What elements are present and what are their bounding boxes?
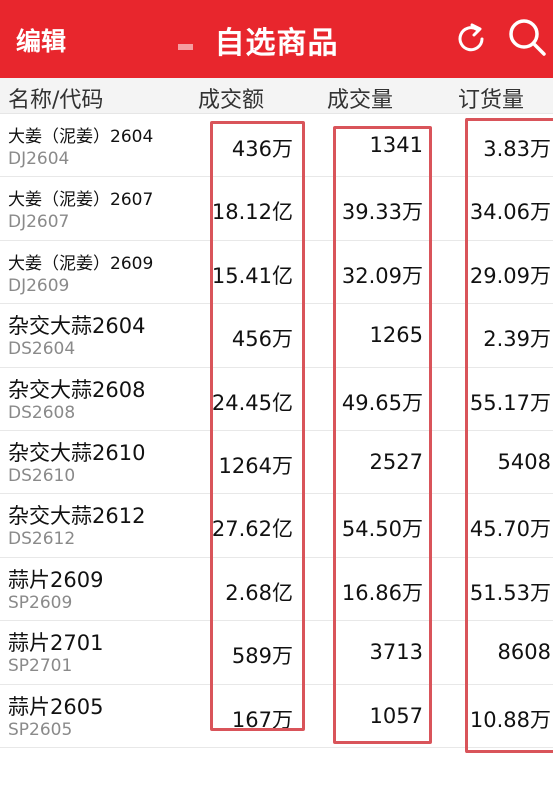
table-row[interactable]: 蒜片2701 SP2701 589万 3713 8608 [0, 621, 553, 685]
product-name: 大姜（泥姜）2609 [8, 253, 154, 274]
top-bar: 编辑 自选商品 [0, 0, 553, 78]
table-row[interactable]: 杂交大蒜2612 DS2612 27.62亿 54.50万 45.70万 [0, 494, 553, 558]
open-interest-value: 34.06万 [469, 200, 551, 225]
table-row[interactable]: 蒜片2609 SP2609 2.68亿 16.86万 51.53万 [0, 558, 553, 622]
open-interest-value: 55.17万 [469, 390, 551, 415]
turnover-value: 589万 [231, 644, 293, 669]
open-interest-value: 51.53万 [469, 580, 551, 605]
product-code: DJ2604 [8, 149, 70, 169]
turnover-value: 167万 [231, 707, 293, 732]
volume-value: 49.65万 [341, 390, 423, 415]
turnover-value: 24.45亿 [211, 390, 293, 415]
open-interest-value: 5408 [497, 449, 551, 474]
product-code: DS2612 [8, 529, 76, 550]
table-header: 名称/代码 成交额 成交量 订货量 [0, 78, 553, 114]
turnover-value: 2.68亿 [225, 580, 293, 605]
table-row[interactable]: 杂交大蒜2610 DS2610 1264万 2527 5408 [0, 431, 553, 495]
refresh-icon[interactable] [452, 20, 490, 58]
table-row[interactable]: 蒜片2605 SP2605 167万 1057 10.88万 [0, 685, 553, 748]
product-code: DS2604 [8, 339, 76, 360]
table-row[interactable]: 大姜（泥姜）2609 DJ2609 15.41亿 32.09万 29.09万 [0, 241, 553, 305]
product-name: 蒜片2605 [8, 694, 104, 719]
watchlist-table: 大姜（泥姜）2604 DJ2604 436万 1341 3.83万 大姜（泥姜）… [0, 114, 553, 748]
open-interest-value: 29.09万 [469, 263, 551, 288]
column-header-open-interest[interactable]: 订货量 [458, 82, 524, 114]
product-name: 大姜（泥姜）2604 [8, 127, 154, 147]
table-row[interactable]: 大姜（泥姜）2604 DJ2604 436万 1341 3.83万 [0, 114, 553, 178]
column-header-amount[interactable]: 成交额 [198, 82, 264, 114]
product-name: 杂交大蒜2612 [8, 504, 146, 529]
product-code: DS2610 [8, 465, 76, 486]
volume-value: 16.86万 [341, 580, 423, 605]
volume-value: 32.09万 [341, 263, 423, 288]
volume-value: 2527 [369, 449, 423, 474]
product-name: 蒜片2701 [8, 631, 104, 656]
product-name: 杂交大蒜2608 [8, 377, 146, 402]
open-interest-value: 3.83万 [483, 137, 551, 161]
turnover-value: 456万 [231, 327, 293, 352]
product-name: 蒜片2609 [8, 567, 104, 592]
table-row[interactable]: 大姜（泥姜）2607 DJ2607 18.12亿 39.33万 34.06万 [0, 177, 553, 241]
volume-value: 1265 [369, 323, 423, 348]
product-code: SP2701 [8, 656, 73, 677]
column-header-volume[interactable]: 成交量 [327, 82, 393, 114]
turnover-value: 27.62亿 [211, 517, 293, 542]
volume-value: 39.33万 [341, 200, 423, 225]
product-name: 杂交大蒜2610 [8, 440, 146, 465]
product-name: 杂交大蒜2604 [8, 314, 146, 339]
turnover-value: 436万 [231, 137, 293, 161]
table-row[interactable]: 杂交大蒜2608 DS2608 24.45亿 49.65万 55.17万 [0, 368, 553, 431]
open-interest-value: 8608 [497, 640, 551, 665]
volume-value: 54.50万 [341, 517, 423, 542]
open-interest-value: 45.70万 [469, 517, 551, 542]
product-code: DJ2607 [8, 212, 70, 233]
search-icon[interactable] [506, 16, 548, 58]
table-row[interactable]: 杂交大蒜2604 DS2604 456万 1265 2.39万 [0, 304, 553, 368]
product-code: DJ2609 [8, 275, 70, 296]
turnover-value: 18.12亿 [211, 200, 293, 225]
volume-value: 3713 [369, 640, 423, 665]
volume-value: 1341 [369, 133, 423, 157]
open-interest-value: 2.39万 [483, 327, 551, 352]
product-code: SP2605 [8, 719, 73, 740]
product-code: SP2609 [8, 592, 73, 613]
column-header-name[interactable]: 名称/代码 [8, 82, 103, 114]
volume-value: 1057 [369, 703, 423, 728]
turnover-value: 15.41亿 [211, 263, 293, 288]
product-code: DS2608 [8, 402, 76, 423]
turnover-value: 1264万 [218, 453, 293, 478]
open-interest-value: 10.88万 [469, 707, 551, 732]
title-dash-mark [178, 44, 193, 50]
product-name: 大姜（泥姜）2607 [8, 190, 154, 211]
